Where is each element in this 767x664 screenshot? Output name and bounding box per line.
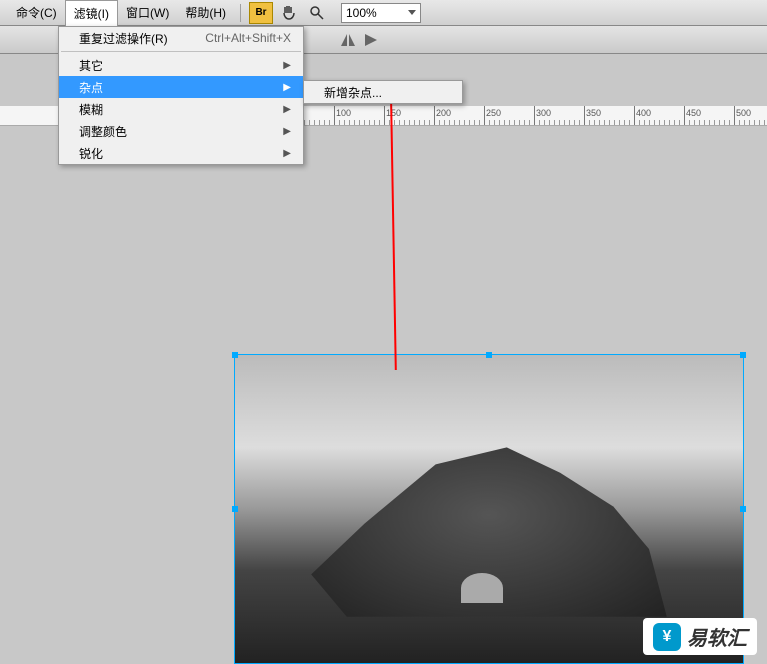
dropdown-repeat-filter[interactable]: 重复过滤操作(R) Ctrl+Alt+Shift+X — [59, 27, 303, 49]
handle-top-mid[interactable] — [486, 352, 492, 358]
filter-dropdown: 重复过滤操作(R) Ctrl+Alt+Shift+X 其它 ▶ 杂点 ▶ 模糊 … — [58, 26, 304, 165]
menu-help[interactable]: 帮助(H) — [177, 0, 234, 25]
image-content-rock — [311, 447, 667, 616]
flip-horizontal-icon[interactable] — [340, 33, 356, 47]
dropdown-item-label: 模糊 — [79, 101, 103, 118]
menubar: 命令(C) 滤镜(I) 窗口(W) 帮助(H) Br 100% — [0, 0, 767, 26]
dropdown-item-label: 调整颜色 — [79, 123, 127, 140]
submenu-add-noise[interactable]: 新增杂点... — [304, 81, 462, 103]
noise-submenu: 新增杂点... — [303, 80, 463, 104]
chevron-right-icon: ▶ — [283, 60, 291, 71]
dropdown-item-noise[interactable]: 杂点 ▶ — [59, 76, 303, 98]
menu-divider — [240, 4, 241, 22]
dropdown-item-label: 锐化 — [79, 145, 103, 162]
chevron-down-icon — [408, 10, 416, 15]
menu-window[interactable]: 窗口(W) — [118, 0, 177, 25]
watermark: ¥ 易软汇 — [643, 618, 757, 655]
zoom-value: 100% — [346, 6, 377, 20]
menu-filter[interactable]: 滤镜(I) — [65, 0, 118, 26]
watermark-text: 易软汇 — [687, 622, 747, 651]
dropdown-item-blur[interactable]: 模糊 ▶ — [59, 98, 303, 120]
handle-top-right[interactable] — [740, 352, 746, 358]
handle-mid-right[interactable] — [740, 506, 746, 512]
dropdown-item-label: 杂点 — [79, 79, 103, 96]
flip-vertical-icon[interactable] — [364, 33, 380, 47]
chevron-right-icon: ▶ — [283, 148, 291, 159]
handle-top-left[interactable] — [232, 352, 238, 358]
menu-command[interactable]: 命令(C) — [8, 0, 65, 25]
chevron-right-icon: ▶ — [283, 126, 291, 137]
dropdown-item-label: 其它 — [79, 57, 103, 74]
dropdown-item-other[interactable]: 其它 ▶ — [59, 54, 303, 76]
dropdown-separator — [61, 51, 301, 52]
image-content-arch — [461, 573, 504, 603]
dropdown-item-sharpen[interactable]: 锐化 ▶ — [59, 142, 303, 164]
chevron-right-icon: ▶ — [283, 82, 291, 93]
dropdown-item-adjust-color[interactable]: 调整颜色 ▶ — [59, 120, 303, 142]
dropdown-item-label: 重复过滤操作(R) — [79, 30, 168, 47]
pan-icon[interactable] — [277, 2, 301, 24]
handle-mid-left[interactable] — [232, 506, 238, 512]
submenu-item-label: 新增杂点... — [324, 84, 382, 101]
zoom-icon[interactable] — [305, 2, 329, 24]
zoom-select[interactable]: 100% — [341, 3, 421, 23]
dropdown-item-shortcut: Ctrl+Alt+Shift+X — [205, 31, 291, 45]
chevron-right-icon: ▶ — [283, 104, 291, 115]
bridge-button[interactable]: Br — [249, 2, 273, 24]
watermark-icon: ¥ — [653, 623, 681, 651]
placed-image — [235, 355, 743, 663]
